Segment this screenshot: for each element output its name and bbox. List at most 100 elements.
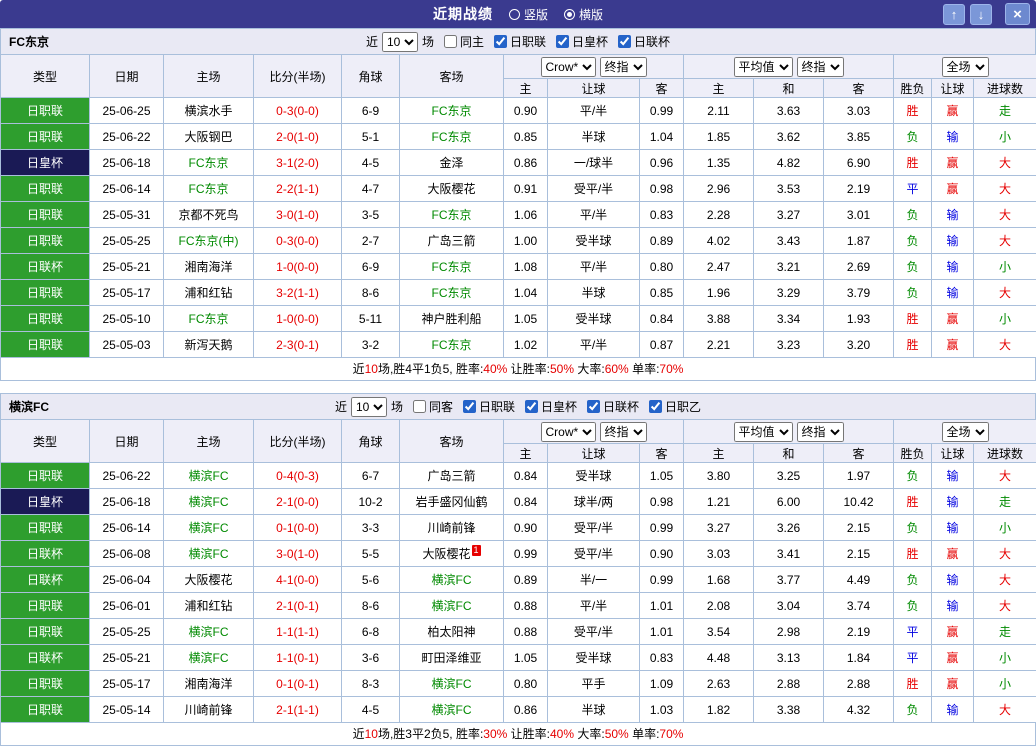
away-team[interactable]: 大阪樱花1 [400,541,504,567]
score-cell[interactable]: 3-1(2-0) [254,150,342,176]
checkbox-input[interactable] [649,400,662,413]
subheader-avg-away: 客 [824,79,894,98]
away-team[interactable]: 横滨FC [400,671,504,697]
scope-select[interactable]: 全场 [942,422,989,442]
score-cell[interactable]: 1-0(0-0) [254,254,342,280]
filter-checkbox-4[interactable]: 日职乙 [639,398,701,415]
score-cell[interactable]: 2-0(1-0) [254,124,342,150]
checkbox-input[interactable] [618,35,631,48]
checkbox-input[interactable] [556,35,569,48]
away-team[interactable]: 横滨FC [400,697,504,723]
checkbox-input[interactable] [587,400,600,413]
score-cell[interactable]: 2-3(0-1) [254,332,342,358]
away-team[interactable]: FC东京 [400,124,504,150]
home-team[interactable]: 横滨FC [164,463,254,489]
score-cell[interactable]: 0-4(0-3) [254,463,342,489]
avg-select[interactable]: 平均值 [734,422,793,442]
filter-checkbox-2[interactable]: 日皇杯 [515,398,577,415]
filter-checkbox-0[interactable]: 同客 [403,398,453,415]
score-cell[interactable]: 1-1(1-1) [254,619,342,645]
checkbox-input[interactable] [525,400,538,413]
home-team[interactable]: 浦和红钻 [164,280,254,306]
team-section-1: 横滨FC近10场同客日职联日皇杯日联杯日职乙类型日期主场比分(半场)角球客场Cr… [0,393,1036,746]
company-mode-select[interactable]: 终指 [600,57,647,77]
avg-mode-select[interactable]: 终指 [797,57,844,77]
home-team[interactable]: 湘南海洋 [164,671,254,697]
away-team[interactable]: FC东京 [400,332,504,358]
score-cell[interactable]: 0-3(0-0) [254,228,342,254]
avg-select[interactable]: 平均值 [734,57,793,77]
away-team[interactable]: 町田泽维亚 [400,645,504,671]
filter-checkbox-3[interactable]: 日联杯 [577,398,639,415]
avg-mode-select[interactable]: 终指 [797,422,844,442]
avg-cell: 1.97 [824,463,894,489]
checkbox-input[interactable] [494,35,507,48]
score-cell[interactable]: 2-2(1-1) [254,176,342,202]
away-team[interactable]: FC东京 [400,202,504,228]
away-team[interactable]: 广岛三箭 [400,463,504,489]
home-team[interactable]: FC东京 [164,176,254,202]
away-team[interactable]: 川崎前锋 [400,515,504,541]
filter-checkbox-3[interactable]: 日联杯 [608,33,670,50]
layout-radio-horizontal[interactable]: 横版 [564,6,603,23]
company-mode-select[interactable]: 终指 [600,422,647,442]
away-team[interactable]: 神户胜利船 [400,306,504,332]
home-team[interactable]: 川崎前锋 [164,697,254,723]
score-cell[interactable]: 0-3(0-0) [254,98,342,124]
away-team[interactable]: 柏太阳神 [400,619,504,645]
home-team[interactable]: 横滨FC [164,619,254,645]
score-cell[interactable]: 3-2(1-1) [254,280,342,306]
match-count-select[interactable]: 10 [351,397,387,417]
score-cell[interactable]: 0-1(0-0) [254,515,342,541]
layout-radio-vertical[interactable]: 竖版 [509,6,548,23]
home-team[interactable]: 横滨FC [164,489,254,515]
score-cell[interactable]: 4-1(0-0) [254,567,342,593]
score-cell[interactable]: 2-1(0-1) [254,593,342,619]
match-count-select[interactable]: 10 [382,32,418,52]
score-cell[interactable]: 2-1(1-1) [254,697,342,723]
home-team[interactable]: 湘南海洋 [164,254,254,280]
away-team[interactable]: 大阪樱花 [400,176,504,202]
filter-checkbox-1[interactable]: 日职联 [453,398,515,415]
home-team[interactable]: 大阪钢巴 [164,124,254,150]
away-team[interactable]: FC东京 [400,254,504,280]
home-team[interactable]: FC东京 [164,150,254,176]
checkbox-input[interactable] [444,35,457,48]
close-button[interactable]: × [1005,3,1030,25]
home-team[interactable]: 大阪樱花 [164,567,254,593]
home-team[interactable]: FC东京(中) [164,228,254,254]
score-cell[interactable]: 1-1(0-1) [254,645,342,671]
score-cell[interactable]: 3-0(1-0) [254,541,342,567]
away-team[interactable]: 横滨FC [400,593,504,619]
move-up-button[interactable]: ↑ [943,4,965,25]
company-select[interactable]: Crow* [541,422,596,442]
away-team[interactable]: FC东京 [400,280,504,306]
filter-checkbox-2[interactable]: 日皇杯 [546,33,608,50]
move-down-button[interactable]: ↓ [970,4,992,25]
away-team[interactable]: 岩手盛冈仙鹤 [400,489,504,515]
away-team[interactable]: 横滨FC [400,567,504,593]
home-team[interactable]: 横滨FC [164,515,254,541]
home-team[interactable]: 横滨水手 [164,98,254,124]
home-team[interactable]: 京都不死鸟 [164,202,254,228]
filter-checkbox-1[interactable]: 日职联 [484,33,546,50]
score-cell[interactable]: 1-0(0-0) [254,306,342,332]
company-select[interactable]: Crow* [541,57,596,77]
home-team[interactable]: FC东京 [164,306,254,332]
checkbox-input[interactable] [463,400,476,413]
home-team[interactable]: 横滨FC [164,541,254,567]
away-team[interactable]: 广岛三箭 [400,228,504,254]
score-cell[interactable]: 0-1(0-1) [254,671,342,697]
home-team[interactable]: 浦和红钻 [164,593,254,619]
score-cell[interactable]: 3-0(1-0) [254,202,342,228]
league-badge: 日职联 [1,332,90,358]
home-team[interactable]: 新泻天鹅 [164,332,254,358]
checkbox-input[interactable] [413,400,426,413]
score-cell[interactable]: 2-1(0-0) [254,489,342,515]
odds-cell: 0.84 [504,463,548,489]
scope-select[interactable]: 全场 [942,57,989,77]
filter-checkbox-0[interactable]: 同主 [434,33,484,50]
home-team[interactable]: 横滨FC [164,645,254,671]
away-team[interactable]: FC东京 [400,98,504,124]
away-team[interactable]: 金泽 [400,150,504,176]
